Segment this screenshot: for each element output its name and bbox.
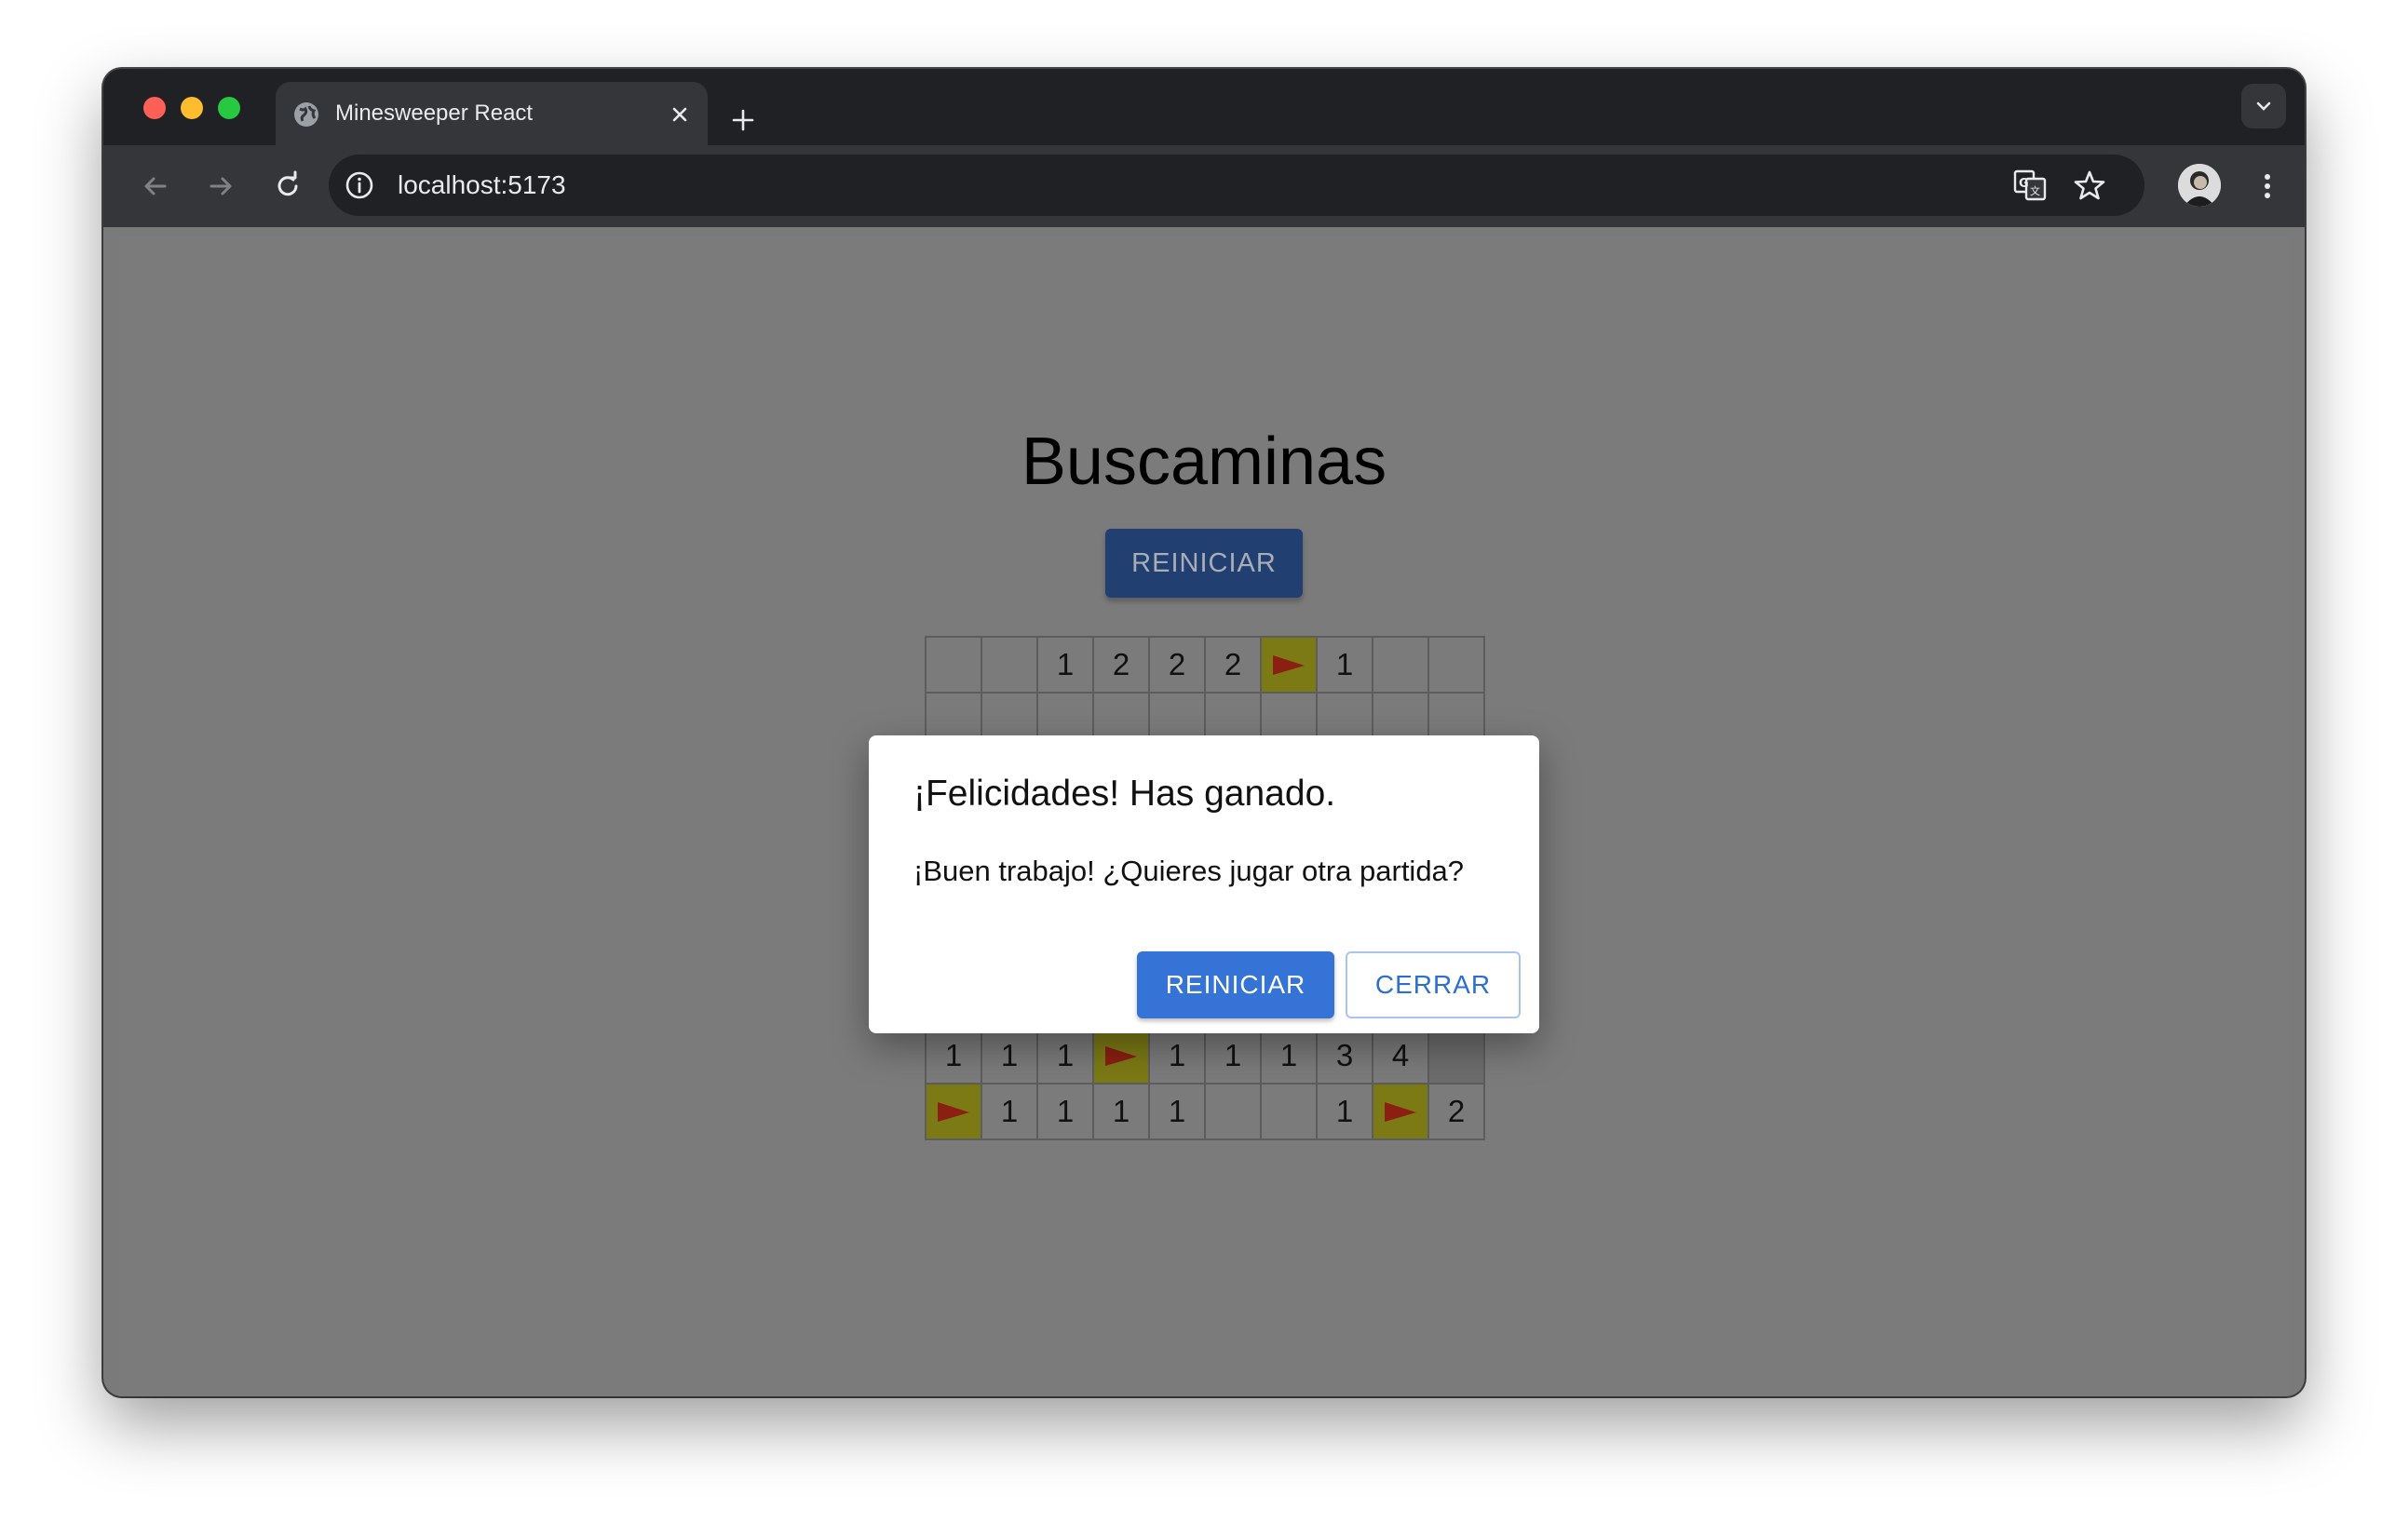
board-cell[interactable]: 1 [1150,1085,1206,1140]
cell-number: 1 [1112,1094,1130,1128]
dialog-title: ¡Felicidades! Has ganado. [913,774,1336,814]
info-icon[interactable] [344,169,375,201]
board-cell[interactable] [1206,1085,1262,1140]
board-cell[interactable]: 1 [1038,1085,1094,1140]
board-cell[interactable]: 1 [1318,638,1373,694]
cell-number: 1 [1335,1094,1354,1128]
flag-icon [1273,655,1305,675]
cell-number: 3 [1335,1038,1354,1072]
address-bar[interactable]: localhost:5173 G 文 [329,155,2144,216]
flag-icon [938,1102,969,1122]
board-cell[interactable] [927,638,982,694]
url-text[interactable]: localhost:5173 [398,169,566,201]
board-cell[interactable] [1429,638,1485,694]
cell-number: 2 [1447,1094,1466,1128]
board-cell[interactable]: 1 [1262,1029,1318,1085]
tab-minesweeper[interactable]: Minesweeper React [276,82,708,147]
cell-number: 1 [1224,1038,1242,1072]
new-tab-icon[interactable] [729,106,757,134]
page-content: Buscaminas REINICIAR 1222112111333122112… [103,227,2305,1396]
avatar-icon [2178,164,2221,207]
board-cell[interactable]: 1 [1150,1029,1206,1085]
svg-text:G: G [2019,177,2029,191]
board-cell[interactable]: 3 [1318,1029,1373,1085]
cell-number: 1 [1000,1038,1019,1072]
svg-text:文: 文 [2030,184,2040,197]
cell-number: 1 [1056,1094,1075,1128]
board-cell[interactable]: 1 [1206,1029,1262,1085]
flag-icon [1385,1102,1416,1122]
cell-number: 1 [1168,1094,1186,1128]
globe-icon [294,102,318,127]
tab-strip: Minesweeper React [103,69,2305,147]
board-cell[interactable] [1429,1029,1485,1085]
cell-number: 1 [1000,1094,1019,1128]
board-cell[interactable]: 1 [1038,638,1094,694]
cell-number: 4 [1391,1038,1410,1072]
profile-avatar[interactable] [2178,164,2221,207]
more-menu-icon[interactable] [2249,168,2286,205]
forward-arrow-icon[interactable] [202,168,239,205]
board-cell[interactable] [927,1085,982,1140]
dialog-close-button[interactable]: CERRAR [1346,951,1521,1018]
board-cell[interactable]: 1 [927,1029,982,1085]
page-title: Buscaminas [1021,424,1387,499]
board-cell[interactable]: 2 [1094,638,1150,694]
board-cell[interactable] [1373,1085,1429,1140]
back-arrow-icon[interactable] [137,168,174,205]
reload-icon[interactable] [269,168,306,205]
tab-title: Minesweeper React [335,101,534,126]
minimize-window-button[interactable] [181,97,203,119]
board-cell[interactable]: 1 [982,1085,1038,1140]
board-cell[interactable] [1262,638,1318,694]
board-cell[interactable]: 4 [1373,1029,1429,1085]
cell-number: 2 [1168,647,1186,681]
cell-number: 1 [1056,647,1075,681]
close-window-button[interactable] [143,97,166,119]
board-cell[interactable] [1262,1085,1318,1140]
bookmark-star-icon[interactable] [2072,168,2107,203]
cell-number: 2 [1112,647,1130,681]
dialog-restart-button[interactable]: REINICIAR [1137,951,1334,1018]
flag-icon [1105,1046,1137,1066]
board-cell[interactable] [982,638,1038,694]
tab-search-button[interactable] [2241,84,2286,128]
board-cell[interactable]: 1 [1038,1029,1094,1085]
board-cell[interactable]: 2 [1429,1085,1485,1140]
cell-number: 1 [1168,1038,1186,1072]
board-cell[interactable]: 2 [1206,638,1262,694]
cell-number: 2 [1224,647,1242,681]
cell-number: 1 [1056,1038,1075,1072]
cell-number: 1 [1335,647,1354,681]
toolbar: localhost:5173 G 文 [103,145,2305,227]
board-cell[interactable]: 2 [1150,638,1206,694]
reset-button[interactable]: REINICIAR [1105,529,1303,598]
board-cell[interactable]: 1 [1318,1085,1373,1140]
browser-window: Minesweeper React localhost:5173 G 文 Bus… [103,69,2305,1396]
board-cell[interactable]: 1 [982,1029,1038,1085]
board-cell[interactable] [1094,1029,1150,1085]
dialog-message: ¡Buen trabajo! ¿Quieres jugar otra parti… [913,855,1465,887]
translate-icon[interactable]: G 文 [2012,168,2048,203]
cell-number: 1 [1279,1038,1298,1072]
maximize-window-button[interactable] [218,97,240,119]
win-dialog: ¡Felicidades! Has ganado. ¡Buen trabajo!… [869,735,1539,1033]
chevron-down-icon [2256,101,2271,111]
board-cell[interactable]: 1 [1094,1085,1150,1140]
cell-number: 1 [944,1038,963,1072]
board-cell[interactable] [1373,638,1429,694]
close-icon[interactable] [667,101,693,128]
